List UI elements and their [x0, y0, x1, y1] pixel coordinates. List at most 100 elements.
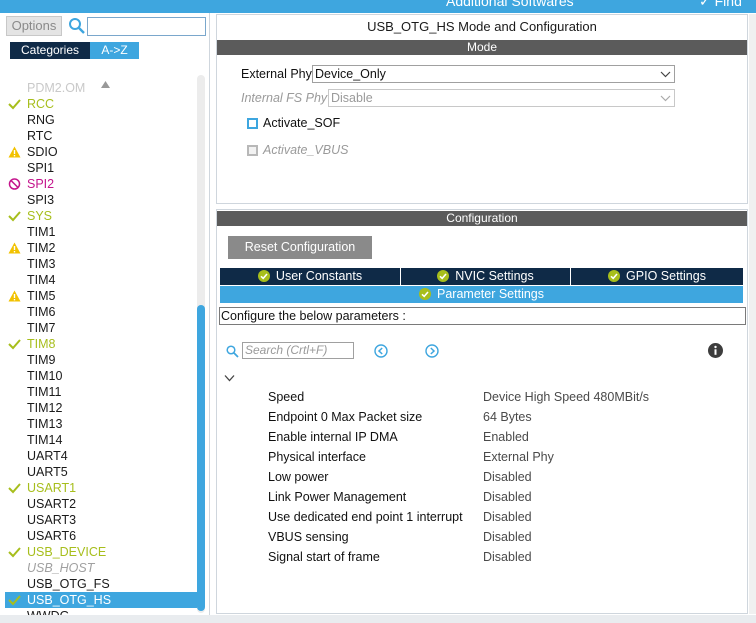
list-item[interactable]: USB_DEVICE — [5, 544, 197, 560]
parameter-value[interactable]: 64 Bytes — [483, 407, 532, 427]
tab-gpio-settings[interactable]: GPIO Settings — [571, 268, 743, 285]
list-item-label: SDIO — [27, 145, 58, 159]
list-item-label: TIM9 — [27, 353, 56, 367]
list-item[interactable]: TIM8 — [5, 336, 197, 352]
parameter-value[interactable]: External Phy — [483, 447, 554, 467]
list-item-label: RCC — [27, 97, 55, 111]
list-item[interactable]: USB_OTG_HS — [5, 592, 197, 608]
list-item[interactable]: SPI3 — [5, 192, 197, 208]
list-item[interactable]: USART1 — [5, 480, 197, 496]
external-phy-select[interactable]: Device_Only — [312, 65, 675, 83]
list-item[interactable]: TIM5 — [5, 288, 197, 304]
tab-a-to-z[interactable]: A->Z — [90, 42, 139, 59]
parameter-value[interactable]: Disabled — [483, 487, 532, 507]
search-icon[interactable] — [226, 345, 239, 358]
additional-software-menu[interactable]: Additional Softwares — [446, 0, 574, 9]
check-icon — [8, 595, 21, 606]
list-item[interactable]: TIM3 — [5, 256, 197, 272]
list-item-label: TIM1 — [27, 225, 56, 239]
list-item[interactable]: SPI2 — [5, 176, 197, 192]
list-item[interactable]: SDIO — [5, 144, 197, 160]
next-result-icon[interactable] — [425, 344, 439, 358]
parameter-name: Use dedicated end point 1 interrupt — [268, 510, 463, 524]
list-item-label: UART5 — [27, 465, 68, 479]
list-item-label: USART6 — [27, 529, 77, 543]
list-item[interactable]: TIM2 — [5, 240, 197, 256]
parameter-value[interactable]: Device High Speed 480MBit/s — [483, 387, 649, 407]
parameter-value[interactable]: Disabled — [483, 547, 532, 567]
parameter-row[interactable]: VBUS sensing Disabled — [217, 527, 747, 547]
list-item[interactable]: SYS — [5, 208, 197, 224]
list-item[interactable]: TIM14 — [5, 432, 197, 448]
list-item[interactable]: TIM11 — [5, 384, 197, 400]
previous-result-icon[interactable] — [374, 344, 388, 358]
list-item[interactable]: TIM9 — [5, 352, 197, 368]
list-item[interactable]: USART3 — [5, 512, 197, 528]
parameter-name: Enable internal IP DMA — [268, 430, 398, 444]
list-item[interactable]: TIM13 — [5, 416, 197, 432]
parameter-value[interactable]: Disabled — [483, 527, 532, 547]
mode-section-header: Mode — [217, 40, 747, 55]
list-scrollbar-thumb[interactable] — [197, 305, 205, 611]
parameter-search-input[interactable]: Search (Crtl+F) — [242, 342, 354, 359]
parameter-row[interactable]: Endpoint 0 Max Packet size 64 Bytes — [217, 407, 747, 427]
collapse-chevron-icon[interactable] — [224, 374, 235, 382]
parameter-value[interactable]: Enabled — [483, 427, 529, 447]
component-search-input[interactable] — [87, 17, 206, 36]
parameter-row[interactable]: Low power Disabled — [217, 467, 747, 487]
info-icon[interactable] — [708, 343, 723, 358]
list-item[interactable]: USB_HOST — [5, 560, 197, 576]
list-item-label: USB_OTG_FS — [27, 577, 110, 591]
parameter-row[interactable]: Physical interface External Phy — [217, 447, 747, 467]
list-item-label: TIM2 — [27, 241, 56, 255]
list-item-label: TIM4 — [27, 273, 56, 287]
activate-vbus-checkbox[interactable] — [247, 145, 258, 156]
parameter-value[interactable]: Disabled — [483, 507, 532, 527]
options-button[interactable]: Options — [6, 16, 62, 36]
list-item[interactable]: TIM1 — [5, 224, 197, 240]
list-item[interactable]: USART6 — [5, 528, 197, 544]
tab-nvic-settings[interactable]: NVIC Settings — [401, 268, 570, 285]
list-item[interactable]: TIM6 — [5, 304, 197, 320]
chevron-down-icon — [660, 95, 671, 102]
top-toolbar: Additional Softwares ✓ Find — [0, 0, 756, 13]
list-item-label: SYS — [27, 209, 53, 223]
list-item-label: RNG — [27, 113, 55, 127]
list-item-label: USB_HOST — [27, 561, 95, 575]
parameter-row[interactable]: Enable internal IP DMA Enabled — [217, 427, 747, 447]
sort-up-icon[interactable] — [101, 81, 110, 88]
list-item[interactable]: RNG — [5, 112, 197, 128]
tab-categories[interactable]: Categories — [10, 42, 90, 59]
list-item[interactable]: TIM10 — [5, 368, 197, 384]
warning-icon — [8, 242, 21, 254]
find-menu[interactable]: ✓ Find — [699, 0, 742, 10]
internal-fs-phy-select[interactable]: Disable — [328, 89, 675, 107]
list-item[interactable]: RCC — [5, 96, 197, 112]
internal-fs-phy-label: Internal FS Phy — [241, 91, 328, 105]
tab-parameter-settings-label: Parameter Settings — [437, 287, 544, 301]
list-item[interactable]: USB_OTG_FS — [5, 576, 197, 592]
list-item[interactable]: TIM4 — [5, 272, 197, 288]
list-item[interactable]: TIM7 — [5, 320, 197, 336]
parameter-row[interactable]: Speed Device High Speed 480MBit/s — [217, 387, 747, 407]
list-item[interactable]: UART4 — [5, 448, 197, 464]
parameter-name: Speed — [268, 390, 305, 404]
list-item[interactable]: USART2 — [5, 496, 197, 512]
list-item[interactable]: TIM12 — [5, 400, 197, 416]
activate-sof-checkbox[interactable] — [247, 118, 258, 129]
configure-instructions: Configure the below parameters : — [219, 307, 746, 325]
parameter-value[interactable]: Disabled — [483, 467, 532, 487]
search-icon[interactable] — [68, 17, 86, 35]
parameter-row[interactable]: Use dedicated end point 1 interrupt Disab… — [217, 507, 747, 527]
list-item[interactable]: RTC — [5, 128, 197, 144]
tab-user-constants[interactable]: User Constants — [220, 268, 400, 285]
tab-parameter-settings[interactable]: Parameter Settings — [220, 286, 743, 303]
external-phy-label: External Phy — [241, 67, 312, 81]
parameter-row[interactable]: Link Power Management Disabled — [217, 487, 747, 507]
reset-configuration-button[interactable]: Reset Configuration — [228, 236, 372, 259]
parameter-row[interactable]: Signal start of frame Disabled — [217, 547, 747, 567]
list-item[interactable]: SPI1 — [5, 160, 197, 176]
list-item-label: SPI3 — [27, 193, 55, 207]
list-scrollbar[interactable] — [197, 75, 205, 613]
list-item[interactable]: UART5 — [5, 464, 197, 480]
